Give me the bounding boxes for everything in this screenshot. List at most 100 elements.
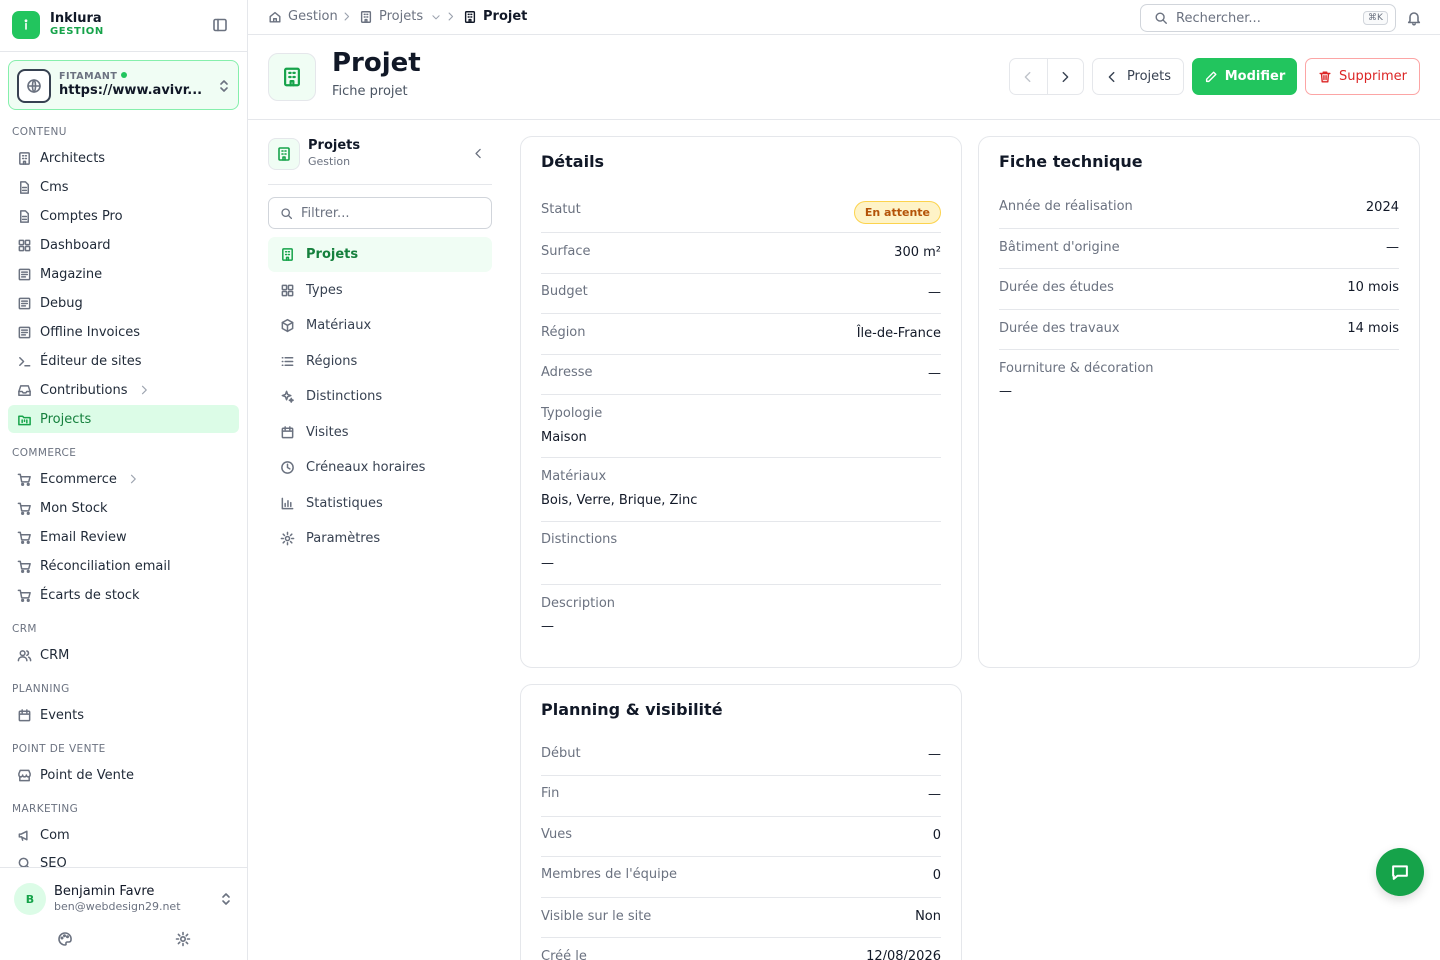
breadcrumb-projets[interactable]: Projets xyxy=(359,9,447,24)
planning-row-membres: Membres de l'équipe 0 xyxy=(541,857,941,898)
sidebar-item-label: Events xyxy=(40,707,85,723)
sidebar-item-email-review[interactable]: Email Review xyxy=(8,523,239,551)
sidebar: Inklura GESTION FITAMANT https://www.avi… xyxy=(0,0,248,960)
row-label: Fin xyxy=(541,786,560,801)
brand-subtitle: GESTION xyxy=(50,26,104,37)
sidebar-item-dashboard[interactable]: Dashboard xyxy=(8,231,239,259)
row-value: 2024 xyxy=(1365,200,1399,215)
detail-row-adresse: Adresse — xyxy=(541,355,941,395)
sidebar-item-mon-stock[interactable]: Mon Stock xyxy=(8,494,239,522)
row-label: Description xyxy=(541,596,616,611)
sidebar-item-editeur-de-sites[interactable]: Éditeur de sites xyxy=(8,347,239,375)
app-logo[interactable] xyxy=(12,11,40,39)
user-menu[interactable]: B Benjamin Favre ben@webdesign29.net xyxy=(0,867,247,960)
edit-button[interactable]: Modifier xyxy=(1192,58,1297,95)
row-label: Région xyxy=(541,325,586,340)
palette-icon[interactable] xyxy=(57,931,73,947)
sidebar-item-ecommerce[interactable]: Ecommerce xyxy=(8,465,239,493)
page-subtitle: Fiche projet xyxy=(332,84,408,99)
breadcrumb-current: Projet xyxy=(463,9,527,24)
sidebar-item-label: SEO xyxy=(40,856,67,867)
home-icon xyxy=(269,11,281,23)
sidebar-item-reconciliation-email[interactable]: Réconciliation email xyxy=(8,552,239,580)
breadcrumb-label: Projets xyxy=(379,9,424,24)
sidebar-item-label: Réconciliation email xyxy=(40,558,171,574)
sidebar-item-crm[interactable]: CRM xyxy=(8,641,239,669)
calendar-icon xyxy=(281,426,294,439)
previous-record-button[interactable] xyxy=(1010,59,1047,94)
newspaper-icon xyxy=(18,326,31,338)
row-label: Distinctions xyxy=(541,532,618,547)
sidebar-item-comptes-pro[interactable]: Comptes Pro xyxy=(8,202,239,230)
site-switcher[interactable]: FITAMANT https://www.avivr... xyxy=(8,60,239,110)
list-icon xyxy=(281,357,294,366)
shopping-cart-icon xyxy=(17,531,31,544)
row-label: Budget xyxy=(541,284,588,299)
subnav-item-creneaux-horaires[interactable]: Créneaux horaires xyxy=(268,450,492,485)
row-label: Adresse xyxy=(541,365,593,380)
sidebar-item-magazine[interactable]: Magazine xyxy=(8,260,239,288)
subnav-filter-input[interactable]: Filtrer... xyxy=(268,197,492,229)
global-search[interactable]: Rechercher... ⌘K xyxy=(1140,4,1396,32)
chat-button[interactable] xyxy=(1376,848,1424,896)
sidebar-item-com[interactable]: Com xyxy=(8,821,239,849)
planning-row-debut: Début — xyxy=(541,736,941,776)
delete-button[interactable]: Supprimer xyxy=(1305,58,1420,95)
sidebar-item-label: Debug xyxy=(40,295,83,311)
planning-card: Planning & visibilité Début — Fin — Vues… xyxy=(520,684,962,960)
building-icon xyxy=(282,248,293,261)
sidebar-item-cms[interactable]: Cms xyxy=(8,173,239,201)
terminal-icon xyxy=(19,356,31,366)
row-label: Début xyxy=(541,746,581,761)
chevrons-up-down-icon xyxy=(216,78,232,94)
row-label: Vues xyxy=(541,827,573,842)
chevron-right-icon xyxy=(448,12,454,21)
sidebar-item-architects[interactable]: Architects xyxy=(8,144,239,172)
sidebar-item-events[interactable]: Events xyxy=(8,701,239,729)
sidebar-item-seo[interactable]: SEO xyxy=(8,850,239,867)
search-icon xyxy=(281,208,293,220)
row-value: — xyxy=(541,556,554,571)
sidebar-item-debug[interactable]: Debug xyxy=(8,289,239,317)
back-to-list-button[interactable]: Projets xyxy=(1092,58,1184,95)
sidebar-item-label: Projects xyxy=(40,411,92,427)
gear-icon[interactable] xyxy=(175,931,191,947)
sidebar-toggle-icon[interactable] xyxy=(212,17,228,33)
sidebar-item-label: Écarts de stock xyxy=(40,587,140,603)
sidebar-item-offline-invoices[interactable]: Offline Invoices xyxy=(8,318,239,346)
row-label: Membres de l'équipe xyxy=(541,867,678,882)
row-value: — xyxy=(928,285,941,300)
next-record-button[interactable] xyxy=(1046,59,1084,94)
row-value: 0 xyxy=(932,868,941,883)
row-label: Durée des travaux xyxy=(999,321,1120,336)
fiche-row-annee: Année de réalisation 2024 xyxy=(999,189,1399,229)
sidebar-item-label: Contributions xyxy=(40,382,128,398)
breadcrumb-home[interactable]: Gestion xyxy=(268,9,338,24)
section-label-marketing: MARKETING xyxy=(12,803,79,815)
fiche-row-travaux: Durée des travaux 14 mois xyxy=(999,310,1399,350)
building-icon xyxy=(19,151,30,165)
sidebar-item-projects[interactable]: Projects xyxy=(8,405,239,433)
planning-row-cree: Créé le 12/08/2026 xyxy=(541,938,941,960)
subnav-item-visites[interactable]: Visites xyxy=(268,415,492,450)
file-text-icon xyxy=(20,209,29,223)
topbar: Gestion Projets Projet Rechercher... ⌘K xyxy=(248,0,1440,35)
row-value: — xyxy=(1386,240,1399,255)
sidebar-item-ecarts-de-stock[interactable]: Écarts de stock xyxy=(8,581,239,609)
subnav-item-types[interactable]: Types xyxy=(268,273,492,308)
subnav-item-projets[interactable]: Projets xyxy=(268,237,492,272)
planning-row-vues: Vues 0 xyxy=(541,817,941,857)
chevron-left-icon[interactable] xyxy=(472,147,485,160)
sidebar-item-label: Mon Stock xyxy=(40,500,108,516)
bell-icon[interactable] xyxy=(1406,10,1422,26)
subnav-item-parametres[interactable]: Paramètres xyxy=(268,521,492,556)
row-label: Année de réalisation xyxy=(999,199,1133,214)
sidebar-item-point-de-vente[interactable]: Point de Vente xyxy=(8,761,239,789)
subnav-item-distinctions[interactable]: Distinctions xyxy=(268,379,492,414)
subnav-item-statistiques[interactable]: Statistiques xyxy=(268,486,492,521)
trash-icon xyxy=(1319,70,1331,83)
subnav-item-materiaux[interactable]: Matériaux xyxy=(268,308,492,343)
chevron-left-icon xyxy=(1108,71,1115,82)
subnav-item-regions[interactable]: Régions xyxy=(268,344,492,379)
sidebar-item-contributions[interactable]: Contributions xyxy=(8,376,239,404)
